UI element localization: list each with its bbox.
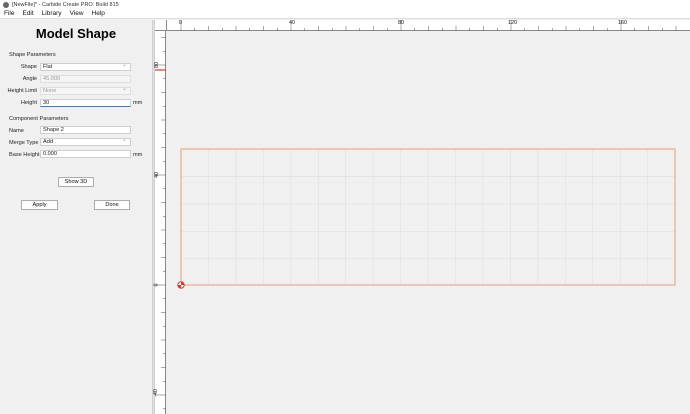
angle-input: 45.000 [40,75,131,83]
height-limit-select: None [40,86,131,95]
ruler-corner [155,20,167,31]
ruler-left-label-80: 80 [154,62,160,68]
height-unit: mm [133,100,143,106]
apply-button[interactable]: Apply [21,200,58,210]
angle-label: Angle [22,76,37,82]
window-title: [NewFile]* - Carbide Create PRO: Build 8… [12,1,119,8]
base-height-unit: mm [133,152,143,158]
menu-edit[interactable]: Edit [22,10,33,17]
horizontal-ruler: 0 40 80 120 160 [167,20,690,31]
shape-label: Shape [20,64,37,70]
base-height-input[interactable]: 0.000 [40,150,131,158]
shape-outline[interactable] [180,148,676,286]
merge-type-label: Merge Type [9,140,39,146]
ruler-top-label-80: 80 [398,20,404,26]
canvas-drawing [155,69,676,289]
name-input[interactable]: Shape 2 [40,126,131,134]
ruler-top-label-0: 0 [179,20,182,26]
title-bar: [NewFile]* - Carbide Create PRO: Build 8… [0,0,690,9]
vertical-ruler-ticks [155,37,166,409]
name-label: Name [9,128,24,134]
menu-file[interactable]: File [4,10,14,17]
height-limit-label: Height Limit [7,88,37,94]
horizontal-ruler-ticks [180,20,677,31]
panel-heading: Model Shape [35,26,117,41]
shape-parameters-label: Shape Parameters [9,52,56,58]
shape-grid [181,149,675,285]
shape-select[interactable]: Flat [40,62,131,71]
show-3d-button[interactable]: Show 3D [58,177,94,187]
ruler-left-label-0: 0 [153,283,160,287]
menu-help[interactable]: Help [92,10,105,17]
menu-library[interactable]: Library [42,10,62,17]
ruler-top-label-160: 160 [618,20,627,26]
design-canvas-area[interactable]: 0 40 80 120 160 80 40 0 -40 [152,20,690,414]
height-input[interactable]: 30 [40,99,131,107]
ruler-top-label-120: 120 [508,20,517,26]
app-icon [3,1,9,8]
ruler-top-label-40: 40 [289,20,295,26]
merge-type-select[interactable]: Add [40,137,131,146]
done-button[interactable]: Done [94,200,130,210]
model-shape-panel: Model Shape Shape Parameters Shape Flat … [0,20,152,414]
ruler-left-label-40: 40 [154,172,160,178]
origin-marker-icon [177,281,185,289]
base-height-label: Base Height [9,152,40,158]
height-label: Height [20,100,37,106]
ruler-left-label-neg40: -40 [152,389,159,397]
menu-view[interactable]: View [70,10,84,17]
component-parameters-label: Component Parameters [9,116,69,122]
vertical-ruler: 80 40 0 -40 [152,31,166,414]
menu-bar: File Edit Library View Help [0,9,690,19]
